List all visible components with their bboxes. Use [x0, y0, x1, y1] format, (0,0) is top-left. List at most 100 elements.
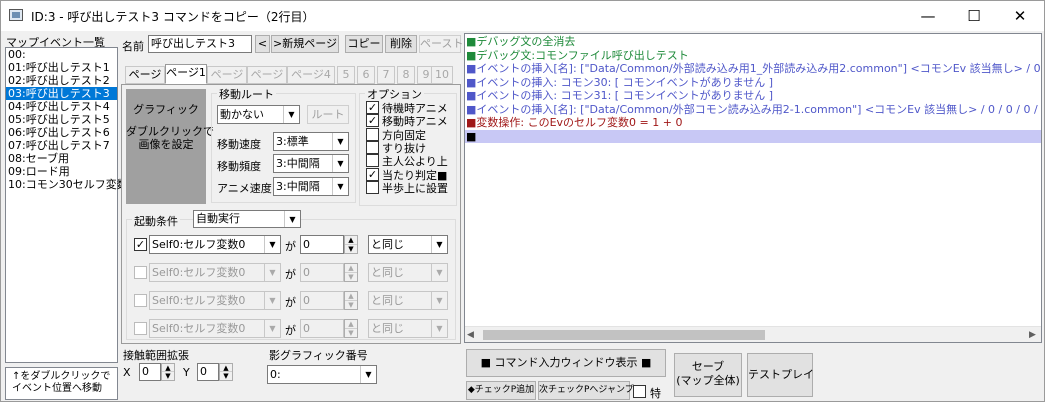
command-line[interactable]: ■イベントの挿入: コモン31: [ コモンイベントがありません ]: [465, 89, 1041, 103]
condition-value-input[interactable]: 0: [300, 263, 344, 282]
tab-page-2[interactable]: ページ2: [207, 66, 247, 97]
tab-page-8[interactable]: 8: [397, 66, 415, 84]
close-button[interactable]: ✕: [997, 1, 1043, 31]
condition-compare-select[interactable]: と同じ ▼: [368, 263, 448, 282]
condition-variable-select[interactable]: Self0:セルフ変数0 ▼: [149, 235, 281, 254]
condition-checkbox[interactable]: [134, 322, 147, 335]
scroll-right-icon[interactable]: ▶: [1029, 330, 1036, 340]
move-speed-select[interactable]: 3:標準 ▼: [273, 132, 349, 151]
contact-x-input[interactable]: 0: [139, 363, 161, 381]
condition-variable-select[interactable]: Self0:セルフ変数0 ▼: [149, 319, 281, 338]
condition-variable-select[interactable]: Self0:セルフ変数0 ▼: [149, 263, 281, 282]
list-item[interactable]: 06:呼び出しテスト6: [6, 126, 117, 139]
list-item[interactable]: 02:呼び出しテスト2: [6, 74, 117, 87]
option-checkbox[interactable]: [366, 127, 379, 141]
condition-value-input[interactable]: 0: [300, 291, 344, 310]
command-line[interactable]: ■変数操作: このEvのセルフ変数0 = 1 + 0: [465, 116, 1041, 130]
title-bar[interactable]: ID:3 - 呼び出しテスト3 コマンドをコピー（2行目） — ☐ ✕: [1, 1, 1044, 31]
condition-value-spinner[interactable]: ▲ ▼: [344, 235, 358, 254]
condition-compare-select[interactable]: と同じ ▼: [368, 235, 448, 254]
command-input-window-button[interactable]: ■ コマンド入力ウィンドウ表示 ■: [466, 349, 666, 377]
special-checkbox[interactable]: [633, 385, 646, 398]
anim-speed-select[interactable]: 3:中間隔 ▼: [273, 177, 349, 196]
command-line[interactable]: ■イベントの挿入[名]: ["Data/Common/外部コモン読み込み用2-1…: [465, 103, 1041, 117]
move-freq-label: 移動頻度: [217, 160, 261, 173]
prev-page-button[interactable]: <: [255, 35, 270, 53]
condition-value-input[interactable]: 0: [300, 235, 344, 254]
list-item[interactable]: 10:コモン30セルフ変数: [6, 178, 128, 191]
graphic-box[interactable]: グラフィック ダブルクリックで 画像を設定: [126, 89, 214, 204]
tab-page-1[interactable]: ページ1: [165, 64, 207, 84]
new-page-button[interactable]: >新規ページ: [271, 35, 339, 53]
condition-variable-select[interactable]: Self0:セルフ変数0 ▼: [149, 291, 281, 310]
option-checkbox[interactable]: ✓: [366, 167, 379, 181]
option-checkbox[interactable]: ✓: [366, 101, 379, 114]
command-line[interactable]: ■イベントの挿入: コモン30: [ コモンイベントがありません ]: [465, 76, 1041, 90]
chevron-down-icon: ▼: [431, 292, 447, 309]
command-line[interactable]: ■イベントの挿入[名]: ["Data/Common/外部読み込み用1_外部読み…: [465, 62, 1041, 76]
save-map-button[interactable]: セーブ (マップ全体): [674, 353, 742, 397]
start-condition-select[interactable]: 自動実行 ▼: [193, 210, 301, 228]
name-label: 名前: [122, 40, 144, 53]
tab-page-7[interactable]: 7: [377, 66, 395, 84]
chevron-down-icon: ▼: [332, 155, 348, 172]
contact-y-input[interactable]: 0: [197, 363, 219, 381]
shadow-graphic-select[interactable]: 0: ▼: [267, 365, 377, 384]
list-item[interactable]: 09:ロード用: [6, 165, 117, 178]
list-item[interactable]: 05:呼び出しテスト5: [6, 113, 117, 126]
contact-x-spinner[interactable]: ▲ ▼: [161, 363, 175, 381]
option-checkbox[interactable]: [366, 180, 379, 194]
add-checkpoint-button[interactable]: ◆チェックP追加: [466, 381, 536, 400]
command-line[interactable]: ■デバッグ文の全消去: [465, 35, 1041, 49]
test-play-button[interactable]: テストプレイ: [747, 353, 814, 397]
option-label: 半歩上に設置: [382, 181, 448, 195]
list-item[interactable]: 01:呼び出しテスト1: [6, 61, 117, 74]
maximize-button[interactable]: ☐: [951, 1, 997, 31]
move-freq-select[interactable]: 3:中間隔 ▼: [273, 154, 349, 173]
condition-value-input[interactable]: 0: [300, 319, 344, 338]
next-checkpoint-button[interactable]: 次チェックPへジャンプ: [538, 381, 634, 400]
horizontal-scrollbar[interactable]: ◀ ▶: [465, 326, 1041, 342]
command-list[interactable]: ■デバッグ文の全消去 ■デバッグ文:コモンファイル呼び出しテスト ■イベントの挿入[…: [464, 33, 1042, 343]
movement-type-select[interactable]: 動かない ▼: [217, 105, 300, 124]
option-checkbox[interactable]: [366, 154, 379, 168]
window-title: ID:3 - 呼び出しテスト3 コマンドをコピー（2行目）: [31, 10, 315, 24]
chevron-down-icon: ▼: [431, 236, 447, 253]
list-item[interactable]: 08:セーブ用: [6, 152, 117, 165]
event-name-input[interactable]: 呼び出しテスト3: [148, 35, 252, 53]
option-checkbox[interactable]: ✓: [366, 114, 379, 128]
command-line[interactable]: ■デバッグ文:コモンファイル呼び出しテスト: [465, 49, 1041, 63]
command-line[interactable]: ■: [465, 129, 1041, 143]
graphic-hint: ダブルクリックで 画像を設定: [126, 125, 214, 151]
tab-page-3[interactable]: ページ3: [247, 66, 287, 97]
scrollbar-thumb[interactable]: [483, 330, 765, 340]
condition-checkbox[interactable]: [134, 266, 147, 279]
tab-page-10[interactable]: 10: [431, 66, 453, 84]
contact-y-spinner[interactable]: ▲ ▼: [219, 363, 233, 381]
condition-checkbox[interactable]: [134, 294, 147, 307]
tab-page-5[interactable]: 5: [337, 66, 355, 84]
list-item[interactable]: 00:: [6, 48, 117, 61]
list-item[interactable]: 04:呼び出しテスト4: [6, 100, 117, 113]
condition-value-spinner[interactable]: ▲ ▼: [344, 319, 358, 338]
scroll-left-icon[interactable]: ◀: [467, 330, 474, 340]
contact-range-label: 接触範囲拡張: [123, 349, 189, 362]
option-checkbox[interactable]: [366, 140, 379, 154]
copy-page-button[interactable]: コピー: [345, 35, 383, 53]
map-event-list[interactable]: 00: 01:呼び出しテスト1 02:呼び出しテスト2 03:呼び出しテスト3 04:呼…: [5, 47, 128, 363]
condition-ga-label: が: [285, 240, 296, 253]
minimize-button[interactable]: —: [905, 1, 951, 31]
condition-compare-select[interactable]: と同じ ▼: [368, 319, 448, 338]
tab-page-4[interactable]: ページ4: [287, 66, 335, 84]
list-item[interactable]: 03:呼び出しテスト3: [6, 87, 117, 100]
delete-page-button[interactable]: 削除: [385, 35, 417, 53]
condition-value-spinner[interactable]: ▲ ▼: [344, 263, 358, 282]
route-button[interactable]: ルート: [307, 105, 349, 124]
condition-value-spinner[interactable]: ▲ ▼: [344, 291, 358, 310]
condition-checkbox[interactable]: ✓: [134, 238, 147, 251]
tab-page-header[interactable]: ページ: [125, 66, 165, 84]
tab-page-6[interactable]: 6: [357, 66, 375, 84]
list-item[interactable]: 07:呼び出しテスト7: [6, 139, 117, 152]
condition-compare-select[interactable]: と同じ ▼: [368, 291, 448, 310]
paste-page-button[interactable]: ペースト: [419, 35, 463, 53]
